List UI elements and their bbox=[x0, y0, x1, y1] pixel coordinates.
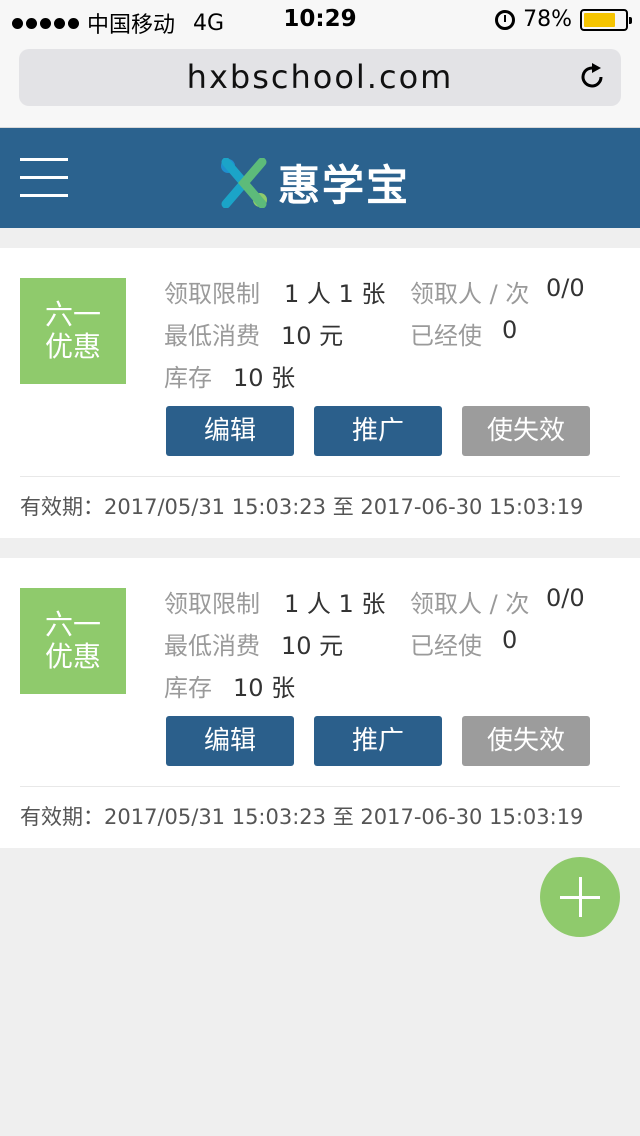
coupon-badge: 六一 优惠 bbox=[20, 278, 126, 384]
coupon-card: 六一 优惠 领取限制 1 人 1 张 领取人 / 次 0/0 最低消费 10 元… bbox=[0, 558, 640, 848]
used-value: 0 bbox=[502, 316, 518, 344]
app-header: 惠学宝 bbox=[0, 128, 640, 228]
badge-line1: 六一 bbox=[44, 298, 101, 331]
min-spend-label: 最低消费 bbox=[164, 322, 260, 350]
edit-button[interactable]: 编辑 bbox=[166, 406, 294, 456]
coupon-actions: 编辑 推广 使失效 bbox=[166, 406, 590, 456]
min-spend-label: 最低消费 bbox=[164, 632, 260, 660]
min-spend-value: 10 元 bbox=[281, 322, 344, 350]
battery-fill bbox=[584, 12, 616, 27]
claimed-value: 0/0 bbox=[546, 584, 585, 612]
claimed-label: 领取人 / 次 bbox=[410, 590, 530, 618]
used-value: 0 bbox=[502, 626, 518, 654]
reload-icon[interactable] bbox=[577, 62, 607, 92]
coupon-actions: 编辑 推广 使失效 bbox=[166, 716, 590, 766]
validity-period: 有效期：2017/05/31 15:03:23 至 2017-06-30 15:… bbox=[20, 786, 620, 848]
stock-value: 10 张 bbox=[233, 674, 296, 702]
limit-value: 1 人 1 张 bbox=[284, 280, 386, 308]
app-logo: 惠学宝 bbox=[220, 152, 410, 213]
logo-text: 惠学宝 bbox=[278, 161, 411, 210]
min-spend-value: 10 元 bbox=[281, 632, 344, 660]
status-right: 78% bbox=[495, 7, 632, 32]
coupon-body: 六一 优惠 领取限制 1 人 1 张 领取人 / 次 0/0 最低消费 10 元… bbox=[0, 248, 640, 476]
badge-line2: 优惠 bbox=[44, 330, 101, 363]
promote-button[interactable]: 推广 bbox=[314, 406, 442, 456]
limit-label: 领取限制 bbox=[164, 590, 260, 618]
limit-label: 领取限制 bbox=[164, 280, 260, 308]
browser-url-area: hxbschool.com bbox=[0, 40, 640, 128]
stock-label: 库存 bbox=[164, 364, 212, 392]
claimed-value: 0/0 bbox=[546, 274, 585, 302]
edit-button[interactable]: 编辑 bbox=[166, 716, 294, 766]
battery-percent: 78% bbox=[523, 7, 572, 32]
badge-line2: 优惠 bbox=[44, 640, 101, 673]
add-coupon-button[interactable] bbox=[540, 857, 620, 937]
stock-value: 10 张 bbox=[233, 364, 296, 392]
limit-value: 1 人 1 张 bbox=[284, 590, 386, 618]
promote-button[interactable]: 推广 bbox=[314, 716, 442, 766]
used-label: 已经使 bbox=[410, 632, 482, 660]
coupon-card: 六一 优惠 领取限制 1 人 1 张 领取人 / 次 0/0 最低消费 10 元… bbox=[0, 248, 640, 538]
status-bar: 中国移动 4G 10:29 78% bbox=[0, 0, 640, 40]
invalidate-button[interactable]: 使失效 bbox=[462, 406, 590, 456]
hamburger-menu-icon[interactable] bbox=[20, 158, 68, 198]
coupon-body: 六一 优惠 领取限制 1 人 1 张 领取人 / 次 0/0 最低消费 10 元… bbox=[0, 558, 640, 786]
claimed-label: 领取人 / 次 bbox=[410, 280, 530, 308]
alarm-clock-icon bbox=[495, 9, 516, 30]
url-text[interactable]: hxbschool.com bbox=[187, 58, 454, 96]
logo-mark-icon bbox=[221, 157, 267, 208]
url-bar[interactable]: hxbschool.com bbox=[19, 49, 621, 106]
coupon-badge: 六一 优惠 bbox=[20, 588, 126, 694]
battery-icon bbox=[580, 8, 632, 31]
stock-label: 库存 bbox=[164, 674, 212, 702]
used-label: 已经使 bbox=[410, 322, 482, 350]
badge-line1: 六一 bbox=[44, 608, 101, 641]
invalidate-button[interactable]: 使失效 bbox=[462, 716, 590, 766]
validity-period: 有效期：2017/05/31 15:03:23 至 2017-06-30 15:… bbox=[20, 476, 620, 538]
